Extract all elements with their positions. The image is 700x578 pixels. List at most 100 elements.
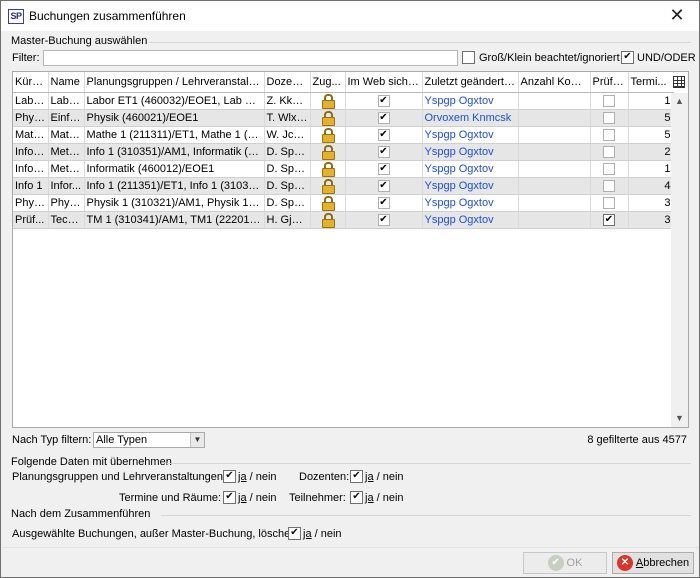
cell-zuletzt-geaendert[interactable]: Yspgp Ogxtov <box>422 92 519 110</box>
cell-zuletzt-geaendert[interactable]: Yspgp Ogxtov <box>422 160 519 178</box>
cell-pruefung <box>590 211 629 229</box>
after-merge-group-divider <box>161 515 691 516</box>
web-visible-checkbox <box>377 128 390 141</box>
cell-dozent: W. Jccosj <box>264 126 311 144</box>
cell-name: Tech... <box>48 211 85 229</box>
table-row[interactable]: Labo... Labo... Labor ET1 (460032)/EOE1, L… <box>13 92 674 110</box>
table-row[interactable]: Infor... Meth... Info 1 (310351)/AM1, Info… <box>13 143 674 161</box>
cell-zuletzt-geaendert[interactable]: Yspgp Ogxtov <box>422 211 519 229</box>
web-visible-checkbox <box>377 94 390 107</box>
table-row[interactable]: Info 1 Infor... Info 1 (211351)/ET1, Info … <box>13 177 674 195</box>
cell-zugriff <box>310 177 346 195</box>
cell-pruefung <box>590 109 629 127</box>
cell-zuletzt-geaendert[interactable]: Yspgp Ogxtov <box>422 177 519 195</box>
take-over-group-label: Folgende Daten mit übernehmen <box>11 456 172 468</box>
type-filter-label: Nach Typ filtern: <box>12 434 92 446</box>
cell-name: Einfü... <box>48 109 85 127</box>
ok-button[interactable]: ✔ OK <box>523 552 607 574</box>
pruefung-checkbox <box>603 128 615 141</box>
cell-im-web <box>345 92 423 110</box>
window-title: Buchungen zusammenführen <box>29 9 186 23</box>
cell-planungsgruppen: Physik (460021)/EOE1 <box>84 109 265 127</box>
termine-checkbox[interactable] <box>223 491 236 504</box>
ja-label: ja <box>365 492 374 504</box>
cell-zugriff <box>310 194 346 212</box>
cell-zuletzt-geaendert[interactable]: Yspgp Ogxtov <box>422 194 519 212</box>
column-header-anzahl-konflikte[interactable]: Anzahl Konfli... <box>518 72 591 93</box>
pruefung-checkbox <box>603 162 615 175</box>
cell-zugriff <box>310 143 346 161</box>
grid-body: Labo... Labo... Labor ET1 (460032)/EOE1, L… <box>13 92 674 229</box>
cell-im-web <box>345 143 423 161</box>
column-header-kuerzel[interactable]: Kürzel <box>13 72 49 93</box>
column-header-zuletzt-geaendert[interactable]: Zuletzt geändert ... <box>422 72 519 93</box>
lock-icon <box>322 144 335 159</box>
cell-anzahl-konflikte <box>518 143 591 161</box>
table-row[interactable]: Prüf... Tech... TM 1 (310341)/AM1, TM1 (22… <box>13 211 674 229</box>
cell-pruefung <box>590 126 629 144</box>
table-row[interactable]: Math... Math... Mathe 1 (211311)/ET1, Math… <box>13 126 674 144</box>
cell-dozent: Z. Kkzh... <box>264 92 311 110</box>
cell-im-web <box>345 109 423 127</box>
nein-label: / nein <box>373 492 404 504</box>
check-icon: ✔ <box>547 555 564 572</box>
column-header-termine[interactable]: Termi... <box>628 72 674 93</box>
scroll-up-icon[interactable]: ▲ <box>671 93 688 110</box>
cell-anzahl-konflikte <box>518 109 591 127</box>
filter-label: Filter: <box>12 52 40 64</box>
teilnehmer-checkbox[interactable] <box>350 491 363 504</box>
close-button[interactable]: ✕ <box>655 1 699 31</box>
cell-termine: 1 <box>628 160 674 178</box>
case-sensitive-checkbox[interactable] <box>462 51 475 64</box>
cell-zuletzt-geaendert[interactable]: Yspgp Ogxtov <box>422 143 519 161</box>
master-group-divider <box>149 42 691 43</box>
cancel-label: bbrechen <box>643 557 690 569</box>
cell-anzahl-konflikte <box>518 126 591 144</box>
planungsgruppen-checkbox[interactable] <box>223 470 236 483</box>
termine-ja-nein: ja / nein <box>238 492 277 504</box>
cell-zuletzt-geaendert[interactable]: Orvoxem Knmcsk <box>422 109 519 127</box>
teilnehmer-label: Teilnehmer: <box>289 492 346 504</box>
cell-zugriff <box>310 211 346 229</box>
cell-pruefung <box>590 194 629 212</box>
delete-bookings-label: Ausgewählte Buchungen, außer Master-Buch… <box>12 528 300 540</box>
cancel-button[interactable]: ✕ Abbrechen <box>612 552 694 574</box>
delete-bookings-checkbox[interactable] <box>288 527 301 540</box>
cell-anzahl-konflikte <box>518 92 591 110</box>
column-header-pruefung[interactable]: Prüfu... <box>590 72 629 93</box>
table-row[interactable]: Infor... Meth... Informatik (460012)/EOE1 D… <box>13 160 674 178</box>
cell-anzahl-konflikte <box>518 177 591 195</box>
and-or-checkbox[interactable] <box>621 51 634 64</box>
column-header-name[interactable]: Name <box>48 72 85 93</box>
column-header-im-web[interactable]: Im Web sicht... <box>345 72 423 93</box>
filtered-count: 8 gefilterte aus 4577 <box>587 434 687 446</box>
cell-dozent: D. Spyv... <box>264 143 311 161</box>
table-row[interactable]: Physi... Physi... Physik 1 (310321)/AM1, P… <box>13 194 674 212</box>
ok-label: OK <box>566 557 583 569</box>
scroll-down-icon[interactable]: ▼ <box>671 410 688 427</box>
cell-name: Infor... <box>48 177 85 195</box>
cell-zuletzt-geaendert[interactable]: Yspgp Ogxtov <box>422 126 519 144</box>
nein-label: / nein <box>311 528 342 540</box>
dozenten-ja-nein: ja / nein <box>365 471 404 483</box>
cell-name: Meth... <box>48 143 85 161</box>
table-row[interactable]: Physik Einfü... Physik (460021)/EOE1 T. Wlx… <box>13 109 674 127</box>
type-filter-select[interactable]: Alle Typen ▼ <box>93 432 205 448</box>
column-header-zugriff[interactable]: Zug... <box>310 72 346 93</box>
planungsgruppen-ja-nein: ja / nein <box>238 471 277 483</box>
column-header-dozent[interactable]: Dozent... <box>264 72 311 93</box>
web-visible-checkbox <box>377 145 390 158</box>
pruefung-checkbox <box>603 196 615 209</box>
cell-name: Math... <box>48 126 85 144</box>
column-chooser-button[interactable] <box>671 73 687 92</box>
cell-kuerzel: Infor... <box>13 160 49 178</box>
grid-vertical-scrollbar[interactable]: ▲ ▼ <box>671 93 688 427</box>
cell-planungsgruppen: TM 1 (310341)/AM1, TM1 (222017)/... <box>84 211 265 229</box>
teilnehmer-ja-nein: ja / nein <box>365 492 404 504</box>
filter-input[interactable] <box>43 50 458 66</box>
web-visible-checkbox <box>377 196 390 209</box>
dozenten-checkbox[interactable] <box>350 470 363 483</box>
after-merge-group-label: Nach dem Zusammenführen <box>11 508 151 520</box>
column-header-planungsgruppen[interactable]: Planungsgruppen / Lehrveranstaltu... <box>84 72 265 93</box>
cell-zugriff <box>310 160 346 178</box>
